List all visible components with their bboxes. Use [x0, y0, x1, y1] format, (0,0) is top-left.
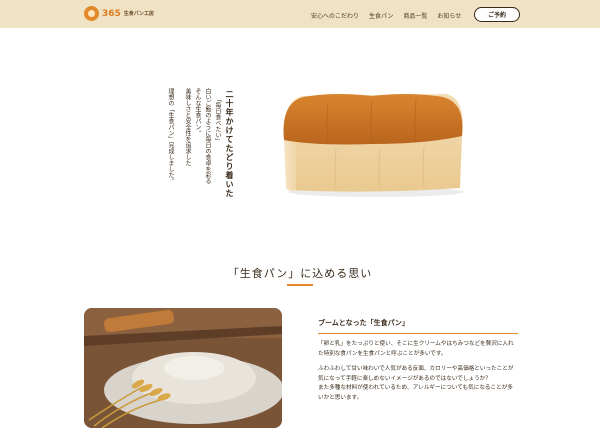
site-header: 365 生食パン工房 安心へのこだわり 生食パン 商品一覧 お知らせ ご予約: [0, 0, 600, 28]
hero-line-3: そんな生食パン。: [194, 88, 201, 136]
hero-heading: 二十年かけてたどり着いた: [225, 90, 234, 198]
article-paragraph-1: 「卵と乳」をたっぷりと使い、そこに生クリームやはちみつなどを贅沢に入れた特別な食…: [318, 341, 514, 357]
hero-line-5: 理想の「生食パン」完成しました。: [167, 88, 174, 184]
brand-logo[interactable]: 365 生食パン工房: [84, 6, 154, 21]
hero-line-1: 「毎日食べたい」: [214, 96, 221, 144]
brand-name: 生食パン工房: [123, 11, 155, 17]
hero-line-4: 美味しさと安全性を追求した: [184, 88, 191, 166]
flour-wheat-photo: [84, 308, 282, 428]
bread-face-logo-icon: [84, 6, 99, 21]
nav-item-products[interactable]: 商品一覧: [403, 11, 427, 20]
article-heading: ブームとなった「生食パン」: [318, 318, 518, 334]
nav-item-news[interactable]: お知らせ: [437, 11, 461, 20]
section-title: 「生食パン」に込める思い: [227, 267, 373, 280]
title-underline: [287, 284, 313, 286]
article-paragraph-2: ふわふわして甘い味わいで人気がある反面、カロリーや高価格といったことが気になって…: [318, 366, 514, 382]
reserve-button[interactable]: ご予約: [474, 7, 520, 22]
main-nav: 安心へのこだわり 生食パン 商品一覧 お知らせ: [311, 11, 461, 20]
hero-line-2: 白いご飯のように毎日の食卓を彩る: [204, 88, 211, 184]
nav-item-commitment[interactable]: 安心へのこだわり: [311, 11, 359, 20]
article-paragraph-3: また多種な材料が使われているため、アレルギーについても気になることが多いかと思い…: [318, 385, 513, 401]
brand-number: 365: [102, 8, 121, 19]
nav-item-bread[interactable]: 生食パン: [369, 11, 393, 20]
bread-loaf-image: [283, 94, 464, 197]
article: ブームとなった「生食パン」 「卵と乳」をたっぷりと使い、そこに生クリームやはちみ…: [318, 318, 518, 403]
